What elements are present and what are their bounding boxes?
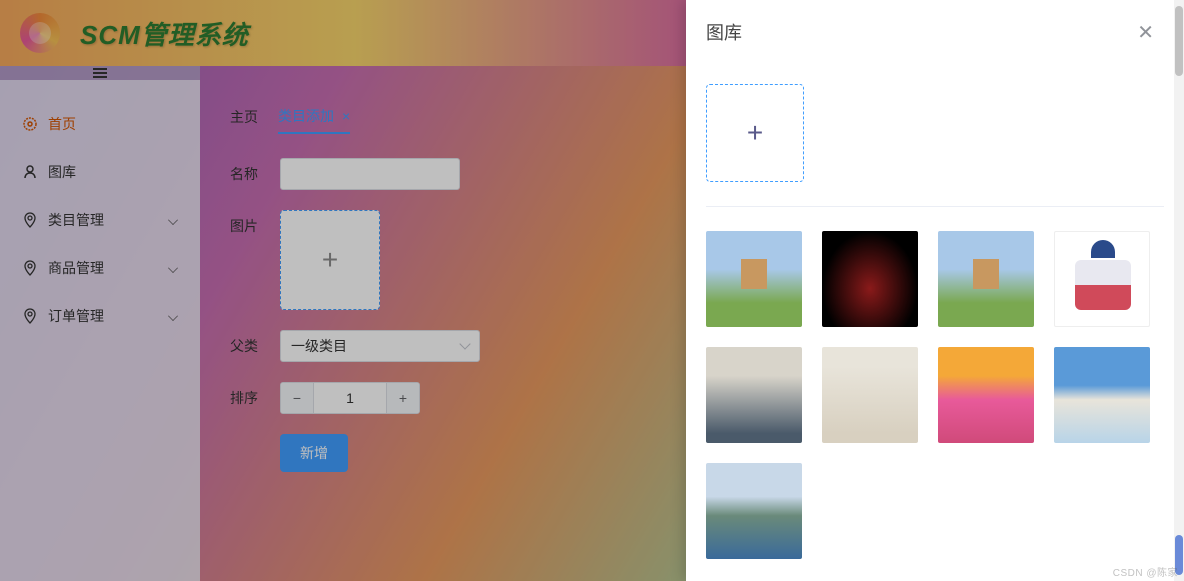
divider [706,206,1164,207]
gallery-image[interactable] [706,463,802,559]
watermark: CSDN @陈家 [1113,564,1178,579]
drawer-header: 图库 ✕ [686,0,1184,64]
drawer-body: + [686,64,1184,581]
plus-icon: + [747,117,763,149]
scrollbar-thumb[interactable] [1175,6,1183,76]
gallery-image[interactable] [938,347,1034,443]
gallery-image[interactable] [706,347,802,443]
gallery-image[interactable] [706,231,802,327]
gallery-image[interactable] [822,347,918,443]
gallery-grid [706,231,1164,559]
drawer-title: 图库 [706,19,742,45]
app-root: SCM管理系统 首页 图库 类目管理 商品管理 [0,0,1184,581]
gallery-image[interactable] [1054,347,1150,443]
gallery-image[interactable] [822,231,918,327]
gallery-upload-box[interactable]: + [706,84,804,182]
gallery-image[interactable] [938,231,1034,327]
close-icon[interactable]: ✕ [1137,20,1154,45]
gallery-image[interactable] [1054,231,1150,327]
gallery-drawer: 图库 ✕ + [686,0,1184,581]
scrollbar-track[interactable] [1174,0,1184,581]
